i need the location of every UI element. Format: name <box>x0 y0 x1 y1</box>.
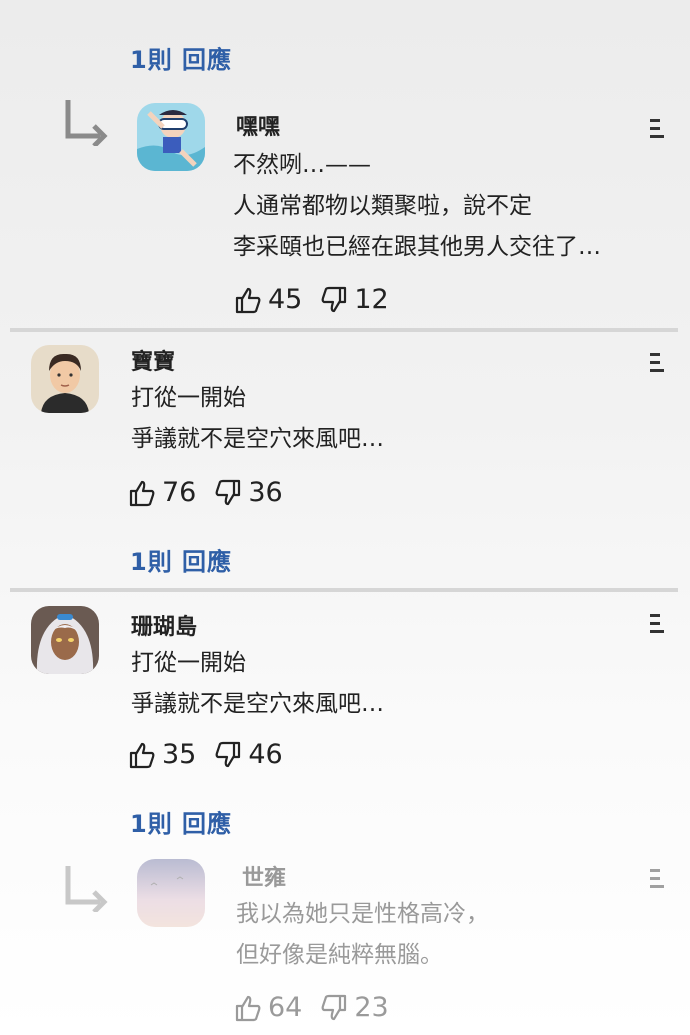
more-menu-icon[interactable] <box>650 353 666 377</box>
reply-arrow-icon <box>62 96 110 150</box>
more-menu-icon[interactable] <box>650 614 666 638</box>
comment-body: 我以為她只是性格高冷， 但好像是純粹無腦。 <box>236 894 489 976</box>
vote-bar: 35 46 <box>128 739 301 770</box>
comment-line: 人通常都物以類聚啦，說不定 <box>233 193 532 219</box>
thumbs-up-icon[interactable] <box>234 994 262 1022</box>
more-menu-icon[interactable] <box>650 119 666 143</box>
pastel-sky-avatar-icon <box>137 859 205 927</box>
like-count: 76 <box>162 477 197 508</box>
reply-arrow-icon <box>62 862 110 916</box>
thumbs-up-icon[interactable] <box>234 286 262 314</box>
like-count: 45 <box>268 284 303 315</box>
more-menu-icon[interactable] <box>650 869 666 893</box>
divider <box>10 588 678 592</box>
young-man-avatar-icon <box>31 345 99 413</box>
thumbs-up-icon[interactable] <box>128 741 156 769</box>
username[interactable]: 嘿嘿 <box>236 109 280 141</box>
replies-link[interactable]: 1則 回應 <box>130 542 232 577</box>
thumbs-down-icon[interactable] <box>214 479 242 507</box>
comment-line: 但好像是純粹無腦。 <box>236 942 443 968</box>
comment-body: 不然咧…—— 人通常都物以類聚啦，說不定 李采頤也已經在跟其他男人交往了… <box>233 145 601 268</box>
username[interactable]: 珊瑚島 <box>131 609 197 641</box>
white-hair-girl-avatar-icon <box>31 606 99 674</box>
comment-body: 打從一開始 爭議就不是空穴來風吧… <box>131 643 384 725</box>
vote-bar: 45 12 <box>234 284 407 315</box>
thumbs-down-icon[interactable] <box>320 994 348 1022</box>
avatar[interactable] <box>137 859 205 927</box>
dislike-count: 23 <box>354 992 389 1023</box>
comment-line: 不然咧…—— <box>233 152 371 178</box>
comment-line: 我以為她只是性格高冷， <box>236 901 489 927</box>
divider <box>10 328 678 332</box>
dislike-count: 12 <box>354 284 389 315</box>
snorkel-diver-avatar-icon <box>137 103 205 171</box>
avatar[interactable] <box>137 103 205 171</box>
comment-line: 李采頤也已經在跟其他男人交往了… <box>233 234 601 260</box>
dislike-count: 46 <box>248 739 283 770</box>
vote-bar: 64 23 <box>234 992 407 1023</box>
username[interactable]: 寶寶 <box>131 344 175 376</box>
comment-line: 打從一開始 <box>131 650 246 676</box>
comment-line: 爭議就不是空穴來風吧… <box>131 691 384 717</box>
replies-link[interactable]: 1則 回應 <box>130 40 232 75</box>
comment-line: 爭議就不是空穴來風吧… <box>131 426 384 452</box>
thumbs-down-icon[interactable] <box>214 741 242 769</box>
comment-line: 打從一開始 <box>131 385 246 411</box>
replies-link[interactable]: 1則 回應 <box>130 804 232 839</box>
like-count: 35 <box>162 739 197 770</box>
avatar[interactable] <box>31 606 99 674</box>
thumbs-up-icon[interactable] <box>128 479 156 507</box>
thumbs-down-icon[interactable] <box>320 286 348 314</box>
like-count: 64 <box>268 992 303 1023</box>
username[interactable]: 世雍 <box>242 860 286 892</box>
avatar[interactable] <box>31 345 99 413</box>
vote-bar: 76 36 <box>128 477 301 508</box>
dislike-count: 36 <box>248 477 283 508</box>
comment-body: 打從一開始 爭議就不是空穴來風吧… <box>131 378 384 460</box>
